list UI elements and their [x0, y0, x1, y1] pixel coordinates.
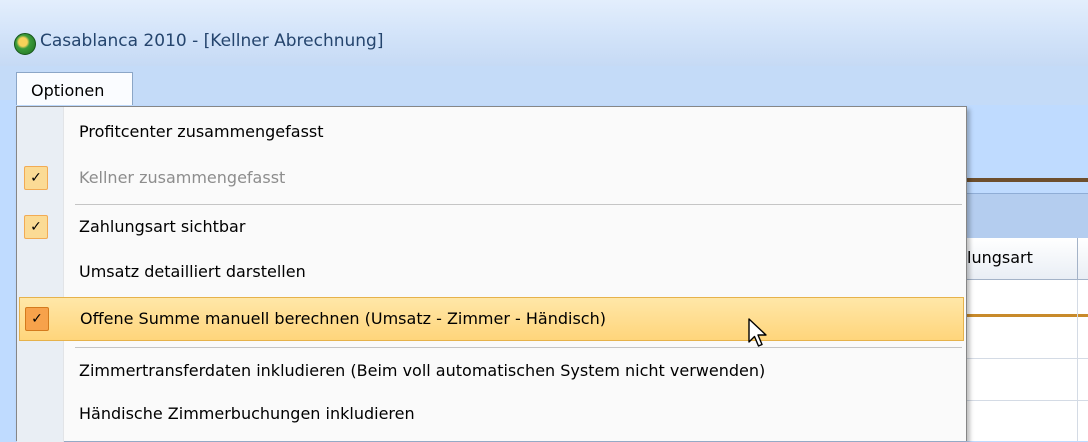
menu-separator	[75, 347, 962, 348]
checkmark-icon: ✓	[24, 166, 48, 190]
toolbar-divider	[963, 178, 1088, 182]
checkmark-icon: ✓	[25, 307, 49, 331]
menu-item-kellner-zusammengefasst[interactable]: ✓ Kellner zusammengefasst	[19, 157, 964, 201]
menu-item-label: Zimmertransferdaten inkludieren (Beim vo…	[79, 361, 766, 380]
optionen-dropdown-menu: Profitcenter zusammengefasst ✓ Kellner z…	[16, 106, 967, 442]
grid-row-line	[963, 400, 1088, 401]
menu-item-umsatz-detailliert[interactable]: Umsatz detailliert darstellen	[19, 251, 964, 295]
menu-item-label: Zahlungsart sichtbar	[79, 217, 246, 236]
menu-item-zimmertransferdaten[interactable]: Zimmertransferdaten inkludieren (Beim vo…	[19, 350, 964, 394]
grid-group-band	[963, 193, 1088, 239]
menu-item-haendische-zimmerbuchungen[interactable]: Händische Zimmerbuchungen inkludieren	[19, 393, 964, 437]
menu-item-profitcenter-zusammengefasst[interactable]: Profitcenter zusammengefasst	[19, 111, 964, 155]
menu-separator	[75, 204, 962, 205]
grid-column-header-zahlungsart[interactable]: lungsart	[967, 248, 1033, 267]
window-left-edge	[0, 100, 16, 441]
grid-header[interactable]: lungsart	[963, 238, 1088, 280]
app-logo-icon	[14, 33, 36, 55]
title-bar: Casablanca 2010 - [Kellner Abrechnung]	[0, 0, 1088, 67]
grid-row-line	[963, 358, 1088, 359]
menu-item-label: Offene Summe manuell berechnen (Umsatz -…	[80, 309, 606, 328]
menu-item-label: Kellner zusammengefasst	[79, 168, 286, 187]
menu-item-zahlungsart-sichtbar[interactable]: ✓ Zahlungsart sichtbar	[19, 206, 964, 250]
menu-optionen[interactable]: Optionen	[16, 72, 133, 107]
menu-item-offene-summe-manuell[interactable]: ✓ Offene Summe manuell berechnen (Umsatz…	[19, 297, 964, 341]
window-title: Casablanca 2010 - [Kellner Abrechnung]	[40, 31, 384, 51]
menu-optionen-label: Optionen	[31, 81, 105, 100]
checkmark-icon: ✓	[24, 215, 48, 239]
grid-selected-row-line	[963, 314, 1088, 317]
menu-item-label: Umsatz detailliert darstellen	[79, 262, 306, 281]
grid-column-line	[1077, 280, 1078, 441]
menu-item-label: Profitcenter zusammengefasst	[79, 122, 324, 141]
mouse-pointer-icon	[748, 318, 767, 347]
menu-item-label: Händische Zimmerbuchungen inkludieren	[79, 404, 415, 423]
data-grid[interactable]: lungsart	[963, 238, 1088, 441]
menu-bar: Optionen	[0, 66, 1088, 107]
grid-header-separator	[1077, 238, 1078, 280]
